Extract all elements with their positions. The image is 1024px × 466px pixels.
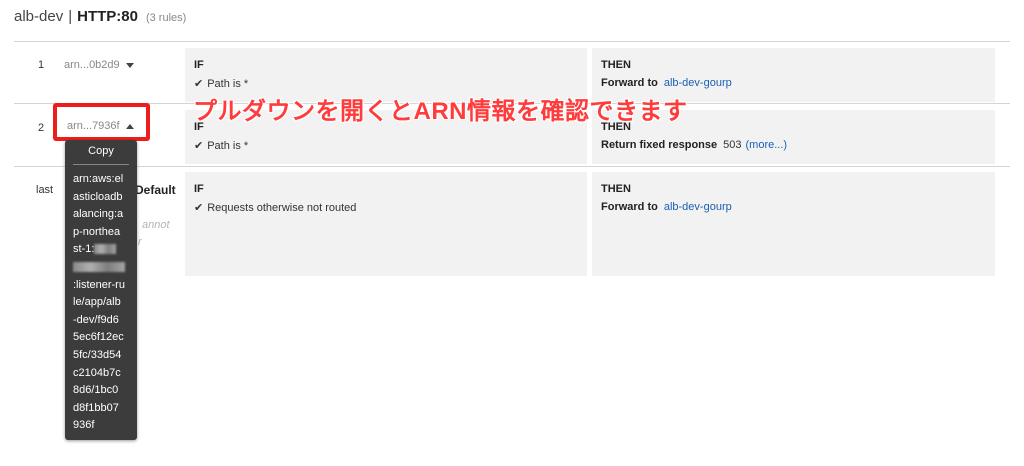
rule-number: last [36,184,54,196]
caret-up-icon [125,123,134,129]
default-rule-note: annot [142,219,170,231]
arn-line: st-1: [73,243,95,256]
status-code: 503 [723,139,742,151]
condition-text: Path is * [207,77,249,90]
check-icon: ✔ [194,202,204,214]
arn-line: -dev/f9d6 [73,313,119,326]
target-group-link[interactable]: alb-dev-gourp [664,77,732,89]
arn-line: 8d6/1bc0 [73,384,119,397]
redacted-block [73,262,125,273]
then-panel-rule-default: THEN Forward to alb-dev-gourp [592,172,995,276]
action: Forward to alb-dev-gourp [601,77,732,89]
arn-line: 5ec6f12ec [73,331,124,344]
arn-line: asticloadb [73,190,123,203]
header-separator: | [68,8,73,25]
check-icon: ✔ [194,140,204,152]
more-link[interactable]: (more...) [746,139,788,151]
arn-line-redacted: st-1: [73,241,137,259]
rule-number: 1 [38,59,45,71]
condition: ✔ Path is * [194,139,249,153]
arn-dropdown-menu: Copy arn:aws:el asticloadb alancing:a p-… [65,140,137,440]
load-balancer-name: alb-dev [14,8,64,25]
target-group-link[interactable]: alb-dev-gourp [664,201,732,213]
if-title: IF [194,183,204,195]
rule-number: 2 [38,122,45,134]
copy-button[interactable]: Copy [65,145,137,157]
condition-text: Requests otherwise not routed [207,201,357,214]
check-icon: ✔ [194,78,204,90]
condition: ✔ Requests otherwise not routed [194,201,357,215]
arn-line: p-northea [73,225,121,238]
condition: ✔ Path is * [194,77,249,91]
listener-name: HTTP:80 [77,8,138,25]
caret-down-icon [125,62,134,68]
arn-line: 5fc/33d54 [73,348,122,361]
if-panel-rule-default: IF ✔ Requests otherwise not routed [185,172,587,276]
if-title: IF [194,59,204,71]
arn-line: arn:aws:el [73,173,124,185]
arn-line-redacted [73,259,137,277]
arn-short: arn...0b2d9 [64,59,120,71]
menu-divider [73,164,129,165]
action-label: Return fixed response [601,139,718,151]
arn-line: 936f [73,419,95,432]
listener-header: alb-dev | HTTP:80 (3 rules) [14,8,186,25]
rule-count: (3 rules) [145,12,187,24]
action-label: Forward to [601,77,658,89]
redacted-block [94,244,117,255]
arn-dropdown-toggle[interactable]: arn...7936f [67,120,134,132]
arn-line: le/app/alb [73,296,121,309]
arn-line: d8f1bb07 [73,401,119,414]
arn-line: :listener-ru [73,278,125,291]
arn-short: arn...7936f [67,120,120,132]
condition-text: Path is * [207,139,249,152]
default-rule-name: Default [135,183,176,197]
arn-dropdown-highlight: arn...7936f [53,103,150,141]
then-title: THEN [601,59,631,71]
action: Return fixed response 503 (more...) [601,139,787,151]
then-title: THEN [601,183,631,195]
arn-dropdown-toggle[interactable]: arn...0b2d9 [64,59,134,71]
arn-line: c2104b7c [73,366,121,379]
arn-full-text: arn:aws:el asticloadb alancing:a p-north… [73,171,137,435]
action: Forward to alb-dev-gourp [601,201,732,213]
default-rule-note: r [138,236,142,248]
annotation-text: プルダウンを開くとARN情報を確認できます [193,98,688,125]
action-label: Forward to [601,201,658,213]
arn-line: alancing:a [73,208,124,221]
